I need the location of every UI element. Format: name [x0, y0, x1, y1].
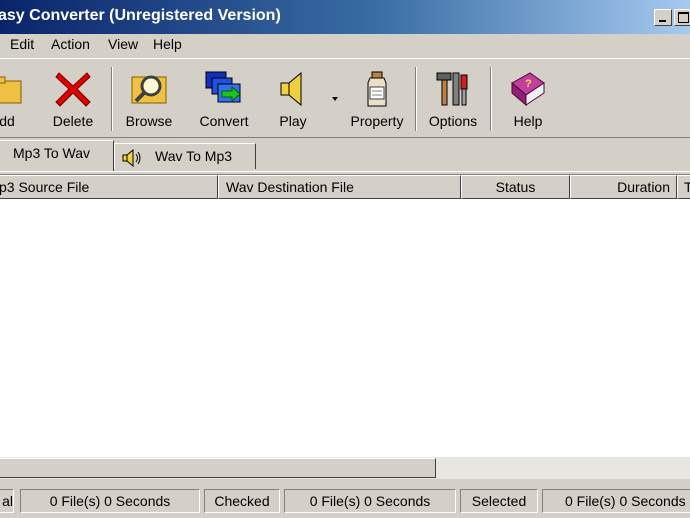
status-total-value: 0 File(s) 0 Seconds	[20, 489, 200, 513]
wav-speaker-icon	[122, 149, 141, 167]
convert-windows-icon	[205, 71, 241, 103]
status-bar: al 0 File(s) 0 Seconds Checked 0 File(s)…	[0, 484, 690, 518]
menu-bar: Edit Action View Help	[0, 34, 690, 56]
tab-wav-to-mp3-label: Wav To Mp3	[155, 148, 233, 164]
column-header-source[interactable]: p3 Source File	[0, 175, 218, 199]
tab-mp3-to-wav-label: Mp3 To Wav	[13, 145, 91, 161]
play-button[interactable]: Play	[258, 65, 328, 135]
menu-action[interactable]: Action	[51, 36, 90, 52]
property-bottle-icon	[367, 71, 387, 107]
play-dropdown-arrow[interactable]	[332, 97, 338, 101]
add-folder-icon	[0, 76, 22, 104]
window-title: asy Converter (Unregistered Version)	[0, 7, 281, 24]
browse-button[interactable]: Browse	[114, 65, 184, 135]
menu-help[interactable]: Help	[153, 36, 182, 52]
help-book-icon: ?	[511, 72, 545, 107]
column-header-status[interactable]: Status	[461, 175, 570, 199]
menu-view[interactable]: View	[108, 36, 138, 52]
horizontal-scrollbar[interactable]	[0, 457, 690, 479]
column-header-duration[interactable]: Duration	[570, 175, 677, 199]
status-selected-value: 0 File(s) 0 Seconds	[542, 489, 690, 513]
options-button[interactable]: Options	[418, 65, 488, 135]
title-bar: asy Converter (Unregistered Version)	[0, 0, 690, 34]
status-selected-label: Selected	[460, 489, 538, 513]
help-label: Help	[513, 113, 543, 129]
tools-icon	[436, 72, 468, 106]
status-checked-value: 0 File(s) 0 Seconds	[284, 489, 456, 513]
maximize-button[interactable]	[674, 9, 690, 26]
status-checked-label: Checked	[204, 489, 280, 513]
property-button[interactable]: Property	[342, 65, 412, 135]
toolbar: dd Delete Browse Convert Play Property O…	[0, 58, 690, 138]
minimize-button[interactable]	[654, 9, 672, 26]
tab-strip: Mp3 To Wav Wav To Mp3	[0, 138, 690, 172]
column-header-destination[interactable]: Wav Destination File	[218, 175, 461, 199]
svg-text:?: ?	[525, 78, 532, 90]
tab-mp3-to-wav[interactable]: Mp3 To Wav	[0, 140, 114, 171]
status-total-label: al	[0, 489, 14, 513]
column-header-t[interactable]: T	[677, 175, 690, 199]
delete-x-icon	[55, 72, 91, 107]
tab-wav-to-mp3[interactable]: Wav To Mp3	[114, 143, 256, 169]
speaker-icon	[280, 71, 302, 107]
file-list[interactable]: p3 Source File Wav Destination File Stat…	[0, 174, 690, 457]
help-button[interactable]: ? Help	[493, 65, 563, 135]
browse-magnifier-icon	[131, 75, 167, 104]
scrollbar-thumb[interactable]	[0, 458, 436, 478]
menu-edit[interactable]: Edit	[10, 36, 34, 52]
play-label: Play	[279, 113, 307, 129]
delete-button[interactable]: Delete	[38, 65, 108, 135]
